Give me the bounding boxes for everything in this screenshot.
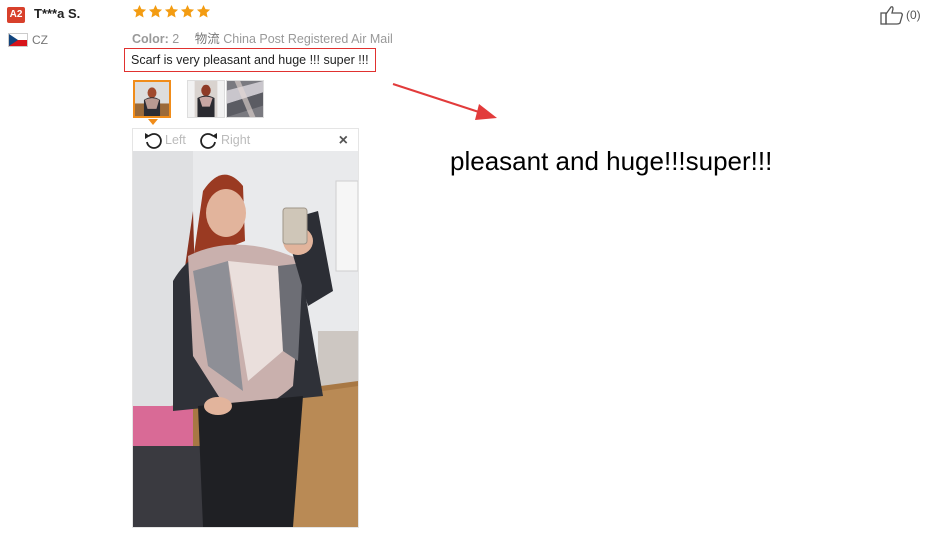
annotation-arrow — [392, 83, 497, 120]
reviewer-level-badge: A2 — [7, 7, 25, 23]
order-meta: Color: 2 物流 China Post Registered Air Ma… — [132, 28, 393, 47]
close-viewer-button[interactable]: × — [339, 132, 348, 150]
reviewer-name: T***a S. — [34, 6, 81, 21]
photo-viewer-toolbar: Left Right × — [133, 129, 358, 151]
color-value: 2 — [172, 32, 180, 46]
shipping-method: China Post Registered Air Mail — [223, 32, 393, 46]
photo-thumbnail-image — [227, 81, 263, 117]
review-photo-thumbnail-1[interactable] — [133, 80, 171, 118]
star-icon — [180, 4, 195, 18]
czech-flag-icon — [8, 33, 28, 47]
rotate-right-button[interactable]: Right — [199, 130, 250, 150]
star-icon — [196, 4, 211, 18]
star-icon — [148, 4, 163, 18]
helpful-button[interactable]: (0) — [880, 5, 921, 25]
color-label: Color: — [132, 32, 169, 46]
annotation-text: pleasant and huge!!!super!!! — [450, 146, 773, 176]
helpful-count: (0) — [906, 8, 921, 22]
rotate-right-icon — [200, 133, 217, 149]
photo-thumbnail-image — [188, 81, 224, 117]
shipping-label-cn: 物流 — [194, 32, 220, 46]
rotate-left-icon — [145, 133, 162, 149]
thumbs-up-icon — [880, 6, 903, 25]
photo-thumbnail-image — [135, 82, 169, 116]
review-photo-thumbnail-3[interactable] — [226, 80, 264, 118]
review-photo-image — [133, 151, 358, 527]
rotate-left-button[interactable]: Left — [143, 130, 186, 150]
star-icon — [164, 4, 179, 18]
rotate-right-label: Right — [221, 133, 251, 147]
rotate-left-label: Left — [165, 133, 186, 147]
reviewer-country: CZ — [32, 33, 48, 47]
star-icon — [132, 4, 147, 18]
active-thumbnail-indicator — [148, 119, 158, 125]
review-photo-thumbnail-2[interactable] — [187, 80, 225, 118]
photo-viewer: Left Right × — [132, 128, 359, 528]
review-text: Scarf is very pleasant and huge !!! supe… — [124, 48, 376, 72]
review-photo-large — [133, 151, 358, 527]
star-rating — [132, 4, 211, 19]
